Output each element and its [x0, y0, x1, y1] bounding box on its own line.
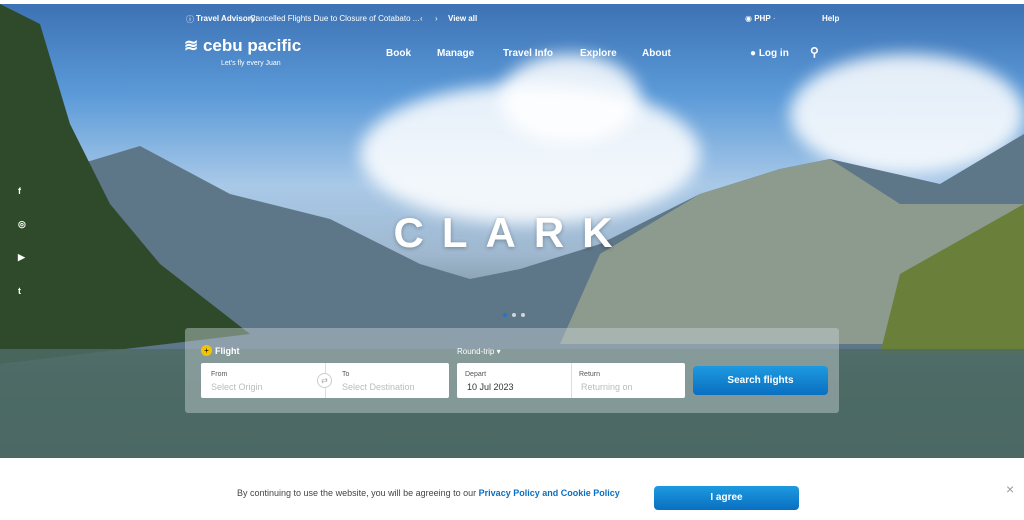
nav-book[interactable]: Book	[386, 48, 411, 59]
date-fields: Depart 10 Jul 2023 Return Returning on	[457, 363, 685, 398]
main-nav: ≋ cebu pacific Let's fly every Juan Book…	[0, 34, 1024, 74]
search-icon[interactable]: ⚲	[810, 45, 819, 59]
info-icon: ⓘ	[186, 15, 194, 24]
advisory-prev-button[interactable]: ‹	[420, 14, 423, 23]
close-icon[interactable]: ×	[1006, 481, 1014, 497]
booking-widget: + Flight Round-trip ▾ From Select Origin…	[185, 328, 839, 413]
return-placeholder: Returning on	[581, 382, 633, 392]
logo[interactable]: ≋ cebu pacific	[184, 36, 301, 56]
to-label: To	[342, 371, 350, 378]
return-label: Return	[579, 371, 601, 378]
privacy-policy-link[interactable]: Privacy Policy and Cookie Policy	[479, 488, 620, 498]
destination-placeholder: Select Destination	[342, 382, 415, 392]
advisory-label: Travel Advisory:	[196, 14, 258, 23]
plane-icon: +	[201, 345, 212, 356]
currency-selector[interactable]: ◉ PHP ·	[745, 14, 776, 23]
route-fields: From Select Origin ⇄ To Select Destinati…	[201, 363, 449, 398]
cookie-text: By continuing to use the website, you wi…	[237, 488, 477, 498]
advisory-link[interactable]: Cancelled Flights Due to Closure of Cota…	[250, 14, 419, 23]
tab-flight[interactable]: Flight	[215, 346, 240, 356]
help-link[interactable]: Help	[822, 14, 839, 23]
search-flights-button[interactable]: Search flights	[693, 366, 828, 395]
agree-button[interactable]: I agree	[654, 486, 799, 510]
carousel-dots	[503, 313, 525, 317]
depart-label: Depart	[465, 371, 487, 378]
trip-type-label: Round-trip	[457, 347, 495, 356]
brand-name: cebu pacific	[202, 36, 302, 55]
view-all-link[interactable]: View all	[448, 14, 477, 23]
nav-manage[interactable]: Manage	[437, 48, 474, 59]
currency-label: PHP	[754, 14, 771, 23]
depart-field[interactable]: Depart 10 Jul 2023	[457, 363, 571, 398]
nav-travel-info[interactable]: Travel Info	[503, 48, 553, 59]
carousel-dot[interactable]	[503, 313, 507, 317]
return-field[interactable]: Return Returning on	[572, 363, 685, 398]
origin-field[interactable]: From Select Origin	[201, 363, 325, 398]
facebook-icon[interactable]: f	[18, 186, 21, 196]
from-label: From	[211, 371, 228, 378]
login-button[interactable]: ● Log in	[750, 48, 789, 59]
trip-type-select[interactable]: Round-trip ▾	[457, 347, 501, 356]
destination-field[interactable]: To Select Destination	[326, 363, 449, 398]
cookie-banner: By continuing to use the website, you wi…	[0, 472, 1024, 520]
nav-about[interactable]: About	[642, 48, 671, 59]
top-bar: ⓘ Travel Advisory: Cancelled Flights Due…	[0, 10, 1024, 30]
advisory-next-button[interactable]: ›	[435, 14, 438, 23]
nav-explore[interactable]: Explore	[580, 48, 617, 59]
origin-placeholder: Select Origin	[211, 382, 263, 392]
user-icon: ●	[750, 48, 757, 59]
tagline: Let's fly every Juan	[221, 60, 281, 67]
hero-destination: CLARK	[393, 209, 631, 256]
twitter-icon[interactable]: t	[18, 286, 21, 296]
carousel-dot[interactable]	[512, 313, 516, 317]
login-label: Log in	[758, 48, 789, 59]
carousel-dot[interactable]	[521, 313, 525, 317]
depart-value: 10 Jul 2023	[467, 382, 514, 392]
